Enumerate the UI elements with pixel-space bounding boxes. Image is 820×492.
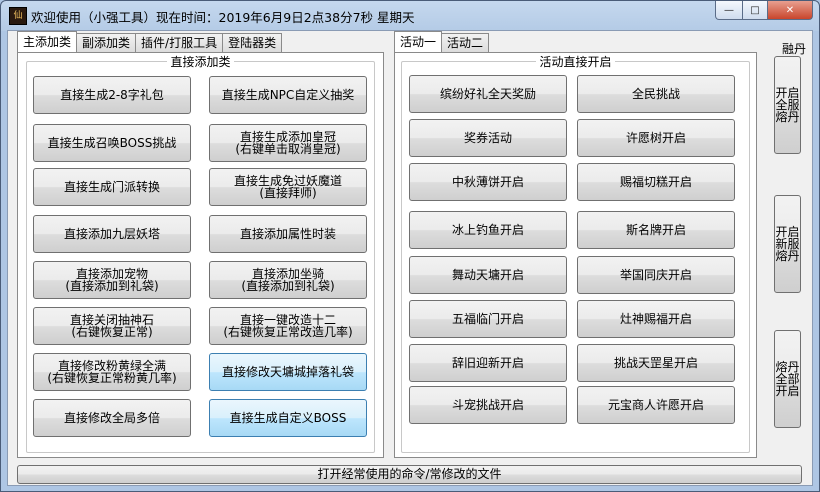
button-label: 许愿树开启: [625, 131, 686, 145]
left-tab-1[interactable]: 副添加类: [76, 33, 137, 52]
button-label: 举国同庆开启: [619, 268, 692, 282]
button-label: (右键恢复正常): [71, 325, 153, 339]
button-label: 直接添加九层妖塔: [63, 227, 160, 241]
left-tab-strip: 主添加类 副添加类 插件/打服工具 登陆器类: [17, 31, 283, 52]
button-label: 辞旧迎新开启: [451, 356, 524, 370]
left-tab-0[interactable]: 主添加类: [17, 31, 78, 52]
button-label: 元宝商人许愿开启: [607, 398, 704, 412]
close-button[interactable]: ✕: [768, 1, 813, 20]
button-label: 开启: [775, 384, 800, 398]
button-label: (右键恢复正常改造几率): [223, 325, 353, 339]
activity-group-title: 活动直接开启: [536, 55, 615, 69]
activity-button[interactable]: 缤纷好礼全天奖励: [409, 75, 567, 113]
activity-button[interactable]: 中秋薄饼开启: [409, 163, 567, 201]
activity-button[interactable]: 斯名牌开启: [577, 211, 735, 249]
button-label: 冰上钓鱼开启: [451, 223, 524, 237]
left-action-button[interactable]: 直接添加九层妖塔: [33, 215, 191, 253]
side-melt-button[interactable]: 熔丹 全部 开启: [774, 330, 801, 428]
button-label: 直接生成门派转换: [63, 180, 160, 194]
left-action-button[interactable]: 直接修改粉黄绿全满 (右键恢复正常粉黄几率): [33, 353, 191, 391]
left-action-button[interactable]: 直接生成自定义BOSS: [209, 399, 367, 437]
left-action-button[interactable]: 直接生成2-8字礼包: [33, 76, 191, 114]
right-tab-strip: 活动一 活动二: [394, 31, 490, 52]
button-label: (直接拜师): [259, 186, 317, 200]
button-label: 直接修改全局多倍: [63, 411, 160, 425]
button-label: 五福临门开启: [451, 312, 524, 326]
left-tab-3[interactable]: 登陆器类: [222, 33, 283, 52]
left-action-button[interactable]: 直接生成免过妖魔道 (直接拜师): [209, 168, 367, 206]
button-label: 赐福切糕开启: [619, 175, 692, 189]
side-melt-button[interactable]: 开启 新服 熔丹: [774, 195, 801, 293]
app-logo-icon[interactable]: 仙: [9, 7, 27, 25]
activity-button[interactable]: 斗宠挑战开启: [409, 386, 567, 424]
button-label: 直接生成NPC自定义抽奖: [221, 88, 355, 102]
button-label: (右键恢复正常粉黄几率): [47, 371, 177, 385]
activity-button[interactable]: 奖券活动: [409, 119, 567, 157]
button-label: (右键单击取消皇冠): [235, 142, 341, 156]
button-label: 斯名牌开启: [625, 223, 686, 237]
left-action-button[interactable]: 直接生成添加皇冠 (右键单击取消皇冠): [209, 124, 367, 162]
activity-button[interactable]: 挑战天罡星开启: [577, 344, 735, 382]
maximize-button[interactable]: □: [743, 1, 768, 20]
left-action-button[interactable]: 直接修改全局多倍: [33, 399, 191, 437]
activity-button[interactable]: 举国同庆开启: [577, 256, 735, 294]
button-label: 缤纷好礼全天奖励: [439, 87, 536, 101]
left-action-button[interactable]: 直接修改天墉城掉落礼袋: [209, 353, 367, 391]
direct-add-group-title: 直接添加类: [167, 55, 234, 69]
activity-button[interactable]: 舞动天墉开启: [409, 256, 567, 294]
close-icon: ✕: [785, 4, 795, 16]
button-label: 全民挑战: [631, 87, 680, 101]
button-label: 直接生成2-8字礼包: [60, 88, 164, 102]
left-action-button[interactable]: 直接添加属性时装: [209, 215, 367, 253]
button-label: (直接添加到礼袋): [241, 279, 335, 293]
button-label: 熔丹: [775, 249, 800, 263]
button-label: 熔丹: [775, 110, 800, 124]
button-label: 中秋薄饼开启: [451, 175, 524, 189]
activity-button[interactable]: 赐福切糕开启: [577, 163, 735, 201]
activity-button[interactable]: 灶神赐福开启: [577, 300, 735, 338]
minimize-button[interactable]: —: [715, 1, 743, 20]
minimize-icon: —: [724, 4, 734, 16]
side-melt-button[interactable]: 开启 全服 熔丹: [774, 56, 801, 154]
button-label: 直接添加属性时装: [239, 227, 336, 241]
activity-button[interactable]: 辞旧迎新开启: [409, 344, 567, 382]
activity-button[interactable]: 许愿树开启: [577, 119, 735, 157]
direct-add-group: 直接添加类: [26, 55, 375, 453]
button-label: 直接生成召唤BOSS挑战: [47, 136, 177, 150]
button-label: 奖券活动: [463, 131, 512, 145]
left-action-button[interactable]: 直接生成NPC自定义抽奖: [209, 76, 367, 114]
window-title: 欢迎使用（小强工具）现在时间：2019年6月9日2点38分7秒 星期天: [31, 10, 415, 25]
activity-button[interactable]: 冰上钓鱼开启: [409, 211, 567, 249]
side-label: 融丹: [782, 42, 807, 56]
left-action-button[interactable]: 直接添加坐骑 (直接添加到礼袋): [209, 261, 367, 299]
button-label: 斗宠挑战开启: [451, 398, 524, 412]
left-action-button[interactable]: 直接生成召唤BOSS挑战: [33, 124, 191, 162]
right-tab-0[interactable]: 活动一: [394, 31, 443, 52]
maximize-icon: □: [750, 4, 760, 16]
button-label: 挑战天罡星开启: [613, 356, 698, 370]
left-tab-2[interactable]: 插件/打服工具: [135, 33, 224, 52]
open-common-files-button[interactable]: 打开经常使用的命令/常修改的文件: [17, 465, 802, 484]
left-action-button[interactable]: 直接一键改造十二 (右键恢复正常改造几率): [209, 307, 367, 345]
activity-button[interactable]: 五福临门开启: [409, 300, 567, 338]
button-label: 直接生成自定义BOSS: [229, 411, 347, 425]
button-label: (直接添加到礼袋): [65, 279, 159, 293]
window-controls: — □ ✕: [715, 1, 813, 20]
left-action-button[interactable]: 直接关闭抽神石 (右键恢复正常): [33, 307, 191, 345]
button-label: 直接修改天墉城掉落礼袋: [221, 365, 354, 379]
button-label: 灶神赐福开启: [619, 312, 692, 326]
activity-button[interactable]: 元宝商人许愿开启: [577, 386, 735, 424]
left-action-button[interactable]: 直接添加宠物 (直接添加到礼袋): [33, 261, 191, 299]
left-action-button[interactable]: 直接生成门派转换: [33, 168, 191, 206]
button-label: 舞动天墉开启: [451, 268, 524, 282]
activity-button[interactable]: 全民挑战: [577, 75, 735, 113]
right-tab-1[interactable]: 活动二: [441, 33, 490, 52]
